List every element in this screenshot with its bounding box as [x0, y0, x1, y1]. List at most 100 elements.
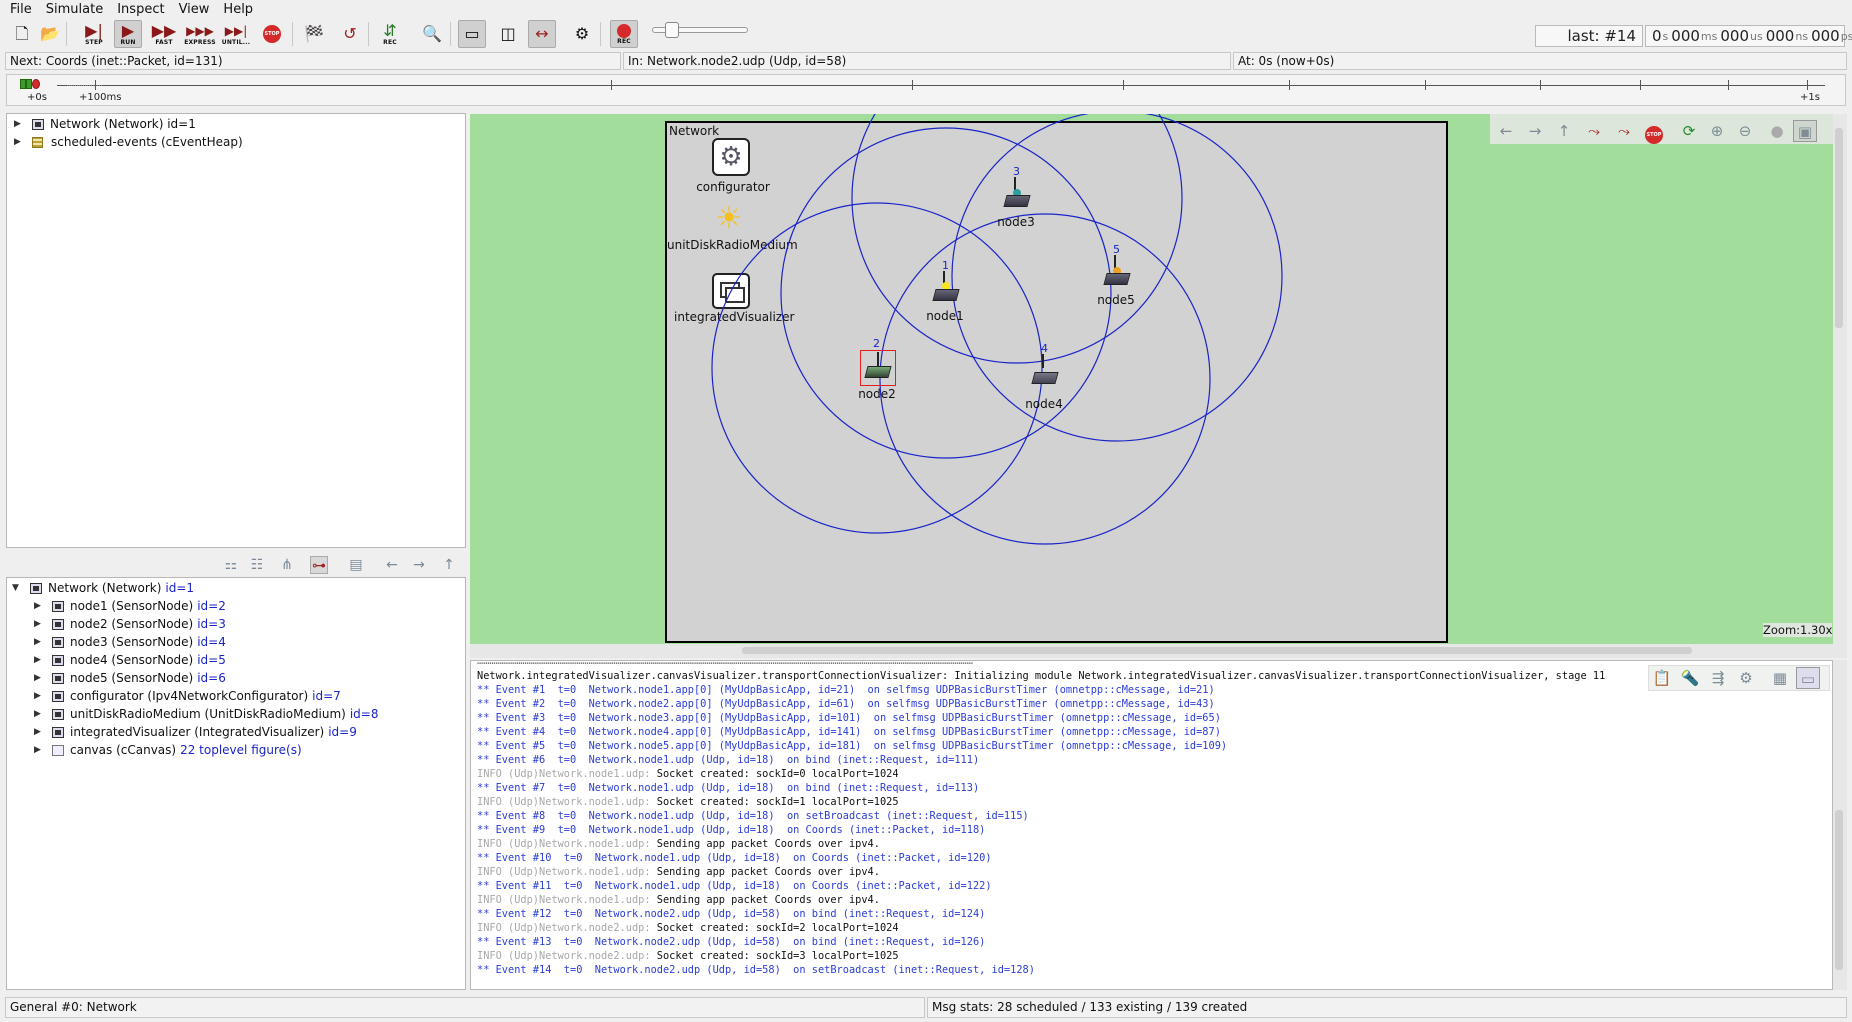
expand-icon[interactable]: ▶ — [34, 656, 42, 665]
tree-item-network-root[interactable]: ▼ Network (Network) id=1 — [12, 580, 194, 596]
relayout-button[interactable]: ⟳ — [1677, 120, 1701, 142]
until-button[interactable]: ▶▶| UNTIL... — [222, 20, 250, 48]
stop-button[interactable]: STOP — [258, 20, 286, 48]
messages-view-button[interactable]: ▦ — [1768, 667, 1792, 689]
tree-item-node1[interactable]: ▶ node1 (SensorNode) id=2 — [34, 598, 226, 614]
scrollbar-thumb[interactable] — [1835, 128, 1843, 328]
tree-item-canvas[interactable]: ▶ canvas (cCanvas) 22 toplevel figure(s) — [34, 742, 302, 758]
tree-item-node2[interactable]: ▶ node2 (SensorNode) id=3 — [34, 616, 226, 632]
tree-item-network[interactable]: ▶ Network (Network) id=1 — [14, 116, 196, 132]
new-run-button[interactable]: 🗋 — [8, 20, 36, 48]
menu-file[interactable]: File — [10, 2, 32, 17]
expand-icon[interactable]: ▶ — [34, 728, 42, 737]
tree-item-node5[interactable]: ▶ node5 (SensorNode) id=6 — [34, 670, 226, 686]
view-vertical-scrollbar[interactable] — [1833, 114, 1847, 644]
view-forward-button[interactable]: → — [1523, 120, 1547, 142]
expand-icon[interactable]: ▶ — [34, 692, 42, 701]
menu-simulate[interactable]: Simulate — [46, 2, 103, 17]
view-stop-button[interactable]: STOP — [1642, 120, 1666, 144]
scrollbar-thumb[interactable] — [1835, 810, 1843, 970]
collapse-icon[interactable]: ▼ — [12, 584, 20, 593]
animation-speed-slider[interactable] — [652, 22, 748, 38]
tree-item-node4[interactable]: ▶ node4 (SensorNode) id=5 — [34, 652, 226, 668]
node4-icon[interactable] — [1031, 354, 1059, 388]
copy-log-button[interactable]: 📋 — [1650, 667, 1674, 689]
module-view-button[interactable]: ● — [1765, 120, 1789, 142]
view-horizontal-scrollbar[interactable] — [470, 644, 1847, 658]
scrollbar-thumb[interactable] — [742, 647, 1692, 654]
expand-icon[interactable]: ▶ — [14, 120, 22, 129]
node3-icon[interactable] — [1003, 177, 1031, 211]
expand-icon[interactable]: ▶ — [34, 620, 42, 629]
new-run-icon: 🗋 — [15, 24, 29, 43]
expand-icon[interactable]: ▶ — [34, 638, 42, 647]
fast-button[interactable]: ▶▶ FAST — [150, 20, 178, 48]
find-log-button[interactable]: 🔦 — [1678, 667, 1702, 689]
group-view-button[interactable]: ▤ — [347, 556, 365, 574]
log-panel[interactable]: …………………………………………………………………………………………………………… — [470, 660, 1833, 990]
filter-log-button[interactable]: ⇶ — [1706, 667, 1730, 689]
finish-button[interactable]: 🏁 — [300, 20, 328, 48]
event-recording-button[interactable]: ⇵ REC — [376, 20, 404, 48]
log-line: INFO (Udp)Network.node1.udp: Sending app… — [477, 865, 880, 879]
tree-item-node3[interactable]: ▶ node3 (SensorNode) id=4 — [34, 634, 226, 650]
unit-us: us — [1750, 29, 1763, 43]
zoom-in-button[interactable]: ⊕ — [1705, 120, 1729, 142]
zoom-out-button[interactable]: ⊖ — [1733, 120, 1757, 142]
expand-icon[interactable]: ▶ — [34, 746, 42, 755]
step-button[interactable]: ▶| STEP — [80, 20, 108, 48]
tree-item-visualizer[interactable]: ▶ integratedVisualizer (IntegratedVisuali… — [34, 724, 357, 740]
expand-icon[interactable]: ▶ — [14, 138, 22, 147]
node5-icon[interactable] — [1103, 255, 1131, 289]
expand-icon[interactable]: ▶ — [34, 674, 42, 683]
node1-icon[interactable] — [932, 271, 960, 305]
layout-vertical-button[interactable]: ◫ — [494, 20, 522, 48]
log-view-button[interactable]: ▭ — [1796, 667, 1820, 689]
module-icon — [32, 118, 44, 130]
up-button[interactable]: ↑ — [440, 556, 458, 574]
record-video-button[interactable]: REC — [610, 20, 638, 48]
step-module-button[interactable]: ⤳ — [1582, 120, 1606, 142]
find-button[interactable]: 🔍 — [418, 20, 446, 48]
timeline[interactable]: +0s +100ms +1s — [6, 74, 1846, 106]
tree-item-configurator[interactable]: ▶ configurator (Ipv4NetworkConfigurator) i… — [34, 688, 341, 704]
layout-horizontal-button[interactable]: ▭ — [458, 20, 486, 48]
step-module-icon: ⤳ — [1587, 122, 1600, 140]
slider-knob[interactable] — [665, 22, 679, 38]
flat-view-button[interactable]: ☷ — [248, 556, 266, 574]
view-up-button[interactable]: ↑ — [1552, 120, 1576, 142]
log-settings-button[interactable]: ⚙ — [1734, 667, 1758, 689]
log-vertical-scrollbar[interactable] — [1833, 660, 1847, 990]
fast-module-button[interactable]: ⤳ — [1612, 120, 1636, 142]
children-view-button[interactable]: ⋔ — [278, 556, 296, 574]
menu-inspect[interactable]: Inspect — [117, 2, 164, 17]
run-button[interactable]: ▶ RUN — [114, 20, 142, 48]
layout-horizontal-icon: ▭ — [464, 24, 480, 43]
view-back-button[interactable]: ← — [1494, 120, 1518, 142]
rebuild-button[interactable]: ↺ — [336, 20, 364, 48]
sim-time-box: 0s 000 ms 000 us 000 ns 000 ps — [1645, 25, 1852, 47]
tree-item-radio-medium[interactable]: ▶ unitDiskRadioMedium (UnitDiskRadioMediu… — [34, 706, 378, 722]
inheritance-view-button[interactable]: ⊶ — [310, 556, 328, 574]
network-canvas[interactable]: Network ⚙ configurator ☀ unitDiskRadioMe… — [470, 114, 1833, 644]
tree-item-scheduled-events[interactable]: ▶ scheduled-events (cEventHeap) — [14, 134, 243, 150]
menu-view[interactable]: View — [179, 2, 210, 17]
menu-help[interactable]: Help — [223, 2, 253, 17]
expand-icon[interactable]: ▶ — [34, 710, 42, 719]
log-message: Socket created: sockId=0 localPort=1024 — [656, 768, 899, 780]
timeline-end-label: +1s — [1800, 92, 1820, 103]
node2-selected-box[interactable] — [860, 350, 896, 386]
timeline-button[interactable]: ↔ — [528, 20, 556, 48]
forward-button[interactable]: → — [410, 556, 428, 574]
load-ned-button[interactable]: 📂 — [36, 20, 64, 48]
fast-icon: ▶▶ — [151, 20, 177, 40]
expand-icon[interactable]: ▶ — [34, 602, 42, 611]
module-icon — [52, 708, 64, 720]
back-button[interactable]: ← — [383, 556, 401, 574]
network-view-button[interactable]: ▣ — [1793, 120, 1817, 142]
express-button[interactable]: ▶▶▶ EXPRESS — [184, 20, 215, 48]
gear-icon: ⚙ — [1739, 669, 1753, 687]
tree-item-label: integratedVisualizer (IntegratedVisualiz… — [70, 725, 325, 739]
preferences-button[interactable]: ⚙ — [568, 20, 596, 48]
inspect-tree-button[interactable]: ⚏ — [222, 556, 240, 574]
